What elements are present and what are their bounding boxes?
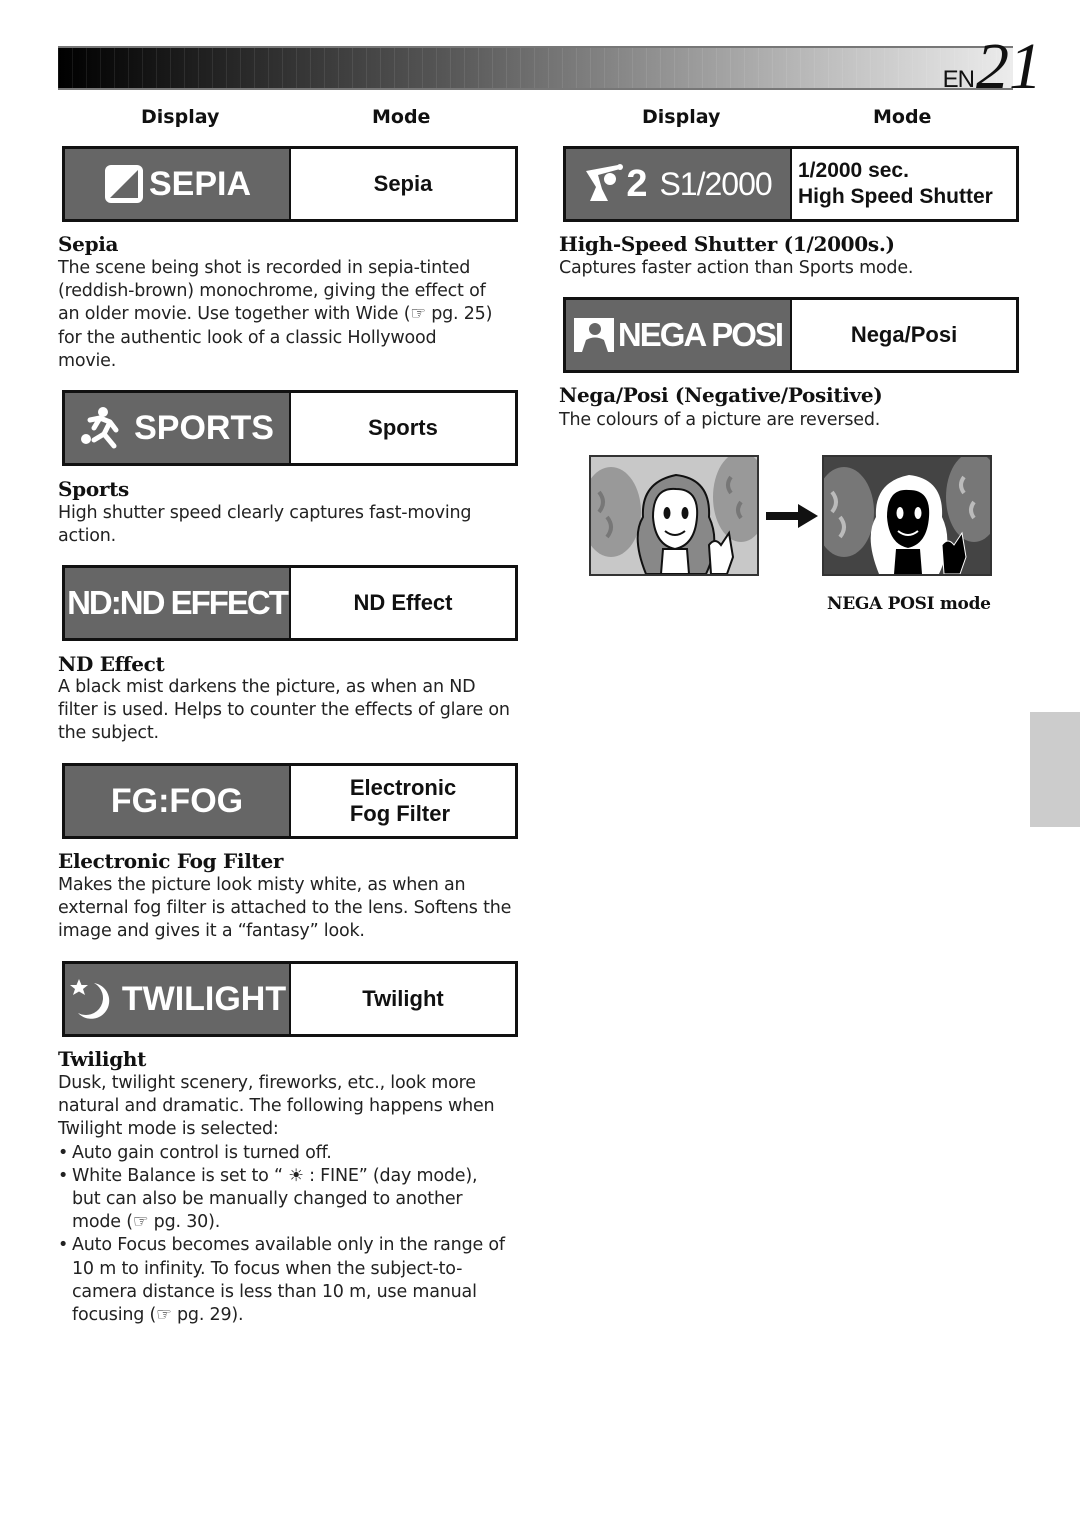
sepia-title: Sepia bbox=[58, 232, 119, 256]
text-line: Makes the picture look misty white, as w… bbox=[58, 875, 466, 895]
nd-effect-display-text: ND:ND EFFECT bbox=[67, 584, 289, 621]
bullet-item: White Balance is set to “ ☀ : FINE” (day… bbox=[58, 1165, 533, 1235]
shutter-mode-label-line1: 1/2000 sec. bbox=[798, 159, 909, 182]
nd-effect-display: ND:ND EFFECT bbox=[65, 568, 291, 638]
fog-title: Electronic Fog Filter bbox=[58, 849, 284, 873]
shutter-title: High-Speed Shutter (1/2000s.) bbox=[559, 232, 895, 256]
text-line: The scene being shot is recorded in sepi… bbox=[58, 258, 471, 278]
shutter-mode-label: 1/2000 sec. High Speed Shutter bbox=[792, 149, 1016, 219]
golfer-icon bbox=[586, 164, 624, 201]
sports-display: SPORTS bbox=[65, 393, 291, 463]
fog-mode-box: FG:FOG Electronic Fog Filter bbox=[62, 763, 518, 839]
right-display-header: Display bbox=[642, 106, 721, 128]
left-mode-header: Mode bbox=[372, 106, 431, 128]
twilight-display: TWILIGHT bbox=[65, 964, 291, 1034]
fog-display: FG:FOG bbox=[65, 766, 291, 836]
bullet-item: Auto gain control is turned off. bbox=[58, 1142, 533, 1165]
twilight-display-text: TWILIGHT bbox=[121, 979, 287, 1018]
twilight-description: Dusk, twilight scenery, fireworks, etc.,… bbox=[58, 1072, 533, 1327]
sepia-half-square-icon bbox=[104, 165, 143, 203]
text-line: Twilight mode is selected: bbox=[58, 1119, 279, 1140]
text-line: an older movie. Use together with Wide (… bbox=[58, 304, 493, 325]
illustration-caption: NEGA POSI mode bbox=[827, 594, 991, 614]
text-line: for the authentic look of a classic Holl… bbox=[58, 327, 437, 348]
nega-posi-mode-box: NEGA POSI Nega/Posi bbox=[563, 297, 1019, 373]
shutter-display: 2 S1/2000 bbox=[566, 149, 792, 219]
text-line: A black mist darkens the picture, as whe… bbox=[58, 677, 476, 697]
fog-description: Makes the picture look misty white, as w… bbox=[58, 874, 528, 944]
nd-effect-title: ND Effect bbox=[58, 652, 165, 676]
shutter-description: Captures faster action than Sports mode. bbox=[559, 257, 1029, 280]
text-line: natural and dramatic. The following happ… bbox=[58, 1096, 495, 1117]
twilight-mode-box: TWILIGHT Twilight bbox=[62, 961, 518, 1037]
nd-effect-description: A black mist darkens the picture, as whe… bbox=[58, 676, 528, 746]
sepia-mode-label: Sepia bbox=[373, 171, 433, 196]
left-display-header: Display bbox=[141, 106, 220, 128]
text-line: filter is used. Helps to counter the eff… bbox=[58, 700, 510, 721]
page-number-value: 21 bbox=[976, 30, 1042, 103]
sports-description: High shutter speed clearly captures fast… bbox=[58, 502, 528, 548]
sports-mode-box: SPORTS Sports bbox=[62, 390, 518, 466]
moon-star-icon bbox=[69, 979, 110, 1019]
shutter-display-prefix: 2 bbox=[626, 162, 648, 205]
nega-posi-title: Nega/Posi (Negative/Positive) bbox=[559, 383, 883, 407]
shutter-mode-box: 2 S1/2000 1/2000 sec. High Speed Shutter bbox=[563, 146, 1019, 222]
right-mode-header: Mode bbox=[873, 106, 932, 128]
fog-display-text: FG:FOG bbox=[110, 781, 244, 820]
nega-posi-display: NEGA POSI bbox=[566, 300, 792, 370]
running-figure-icon bbox=[81, 407, 119, 449]
text-line: image and gives it a “fantasy” look. bbox=[58, 921, 365, 942]
shutter-display-text: S1/2000 bbox=[659, 165, 772, 202]
sepia-display: SEPIA bbox=[65, 149, 291, 219]
twilight-title: Twilight bbox=[58, 1047, 147, 1071]
twilight-bullet-list: Auto gain control is turned off. White B… bbox=[58, 1142, 533, 1328]
text-line: external fog filter is attached to the l… bbox=[58, 898, 512, 919]
portrait-person-icon bbox=[573, 318, 614, 352]
fog-mode-label-line1: Electronic bbox=[349, 775, 457, 800]
sports-display-text: SPORTS bbox=[134, 408, 274, 447]
language-code: EN bbox=[942, 66, 975, 93]
text-line: the subject. bbox=[58, 723, 159, 744]
page-number: EN 21 bbox=[942, 30, 1042, 103]
arrow-right-icon bbox=[766, 504, 818, 528]
text-line: Dusk, twilight scenery, fireworks, etc.,… bbox=[58, 1073, 476, 1093]
text-line: movie. bbox=[58, 350, 117, 371]
sepia-mode-box: SEPIA Sepia bbox=[62, 146, 518, 222]
text-line: The colours of a picture are reversed. bbox=[559, 410, 881, 430]
sepia-display-text: SEPIA bbox=[148, 164, 252, 203]
chapter-side-tab bbox=[1030, 712, 1080, 827]
header-gradient-bar bbox=[58, 46, 1013, 90]
nega-posi-mode-label: Nega/Posi bbox=[850, 322, 958, 347]
sports-title: Sports bbox=[58, 477, 130, 501]
text-line: Captures faster action than Sports mode. bbox=[559, 258, 914, 278]
fog-mode-label: Electronic Fog Filter bbox=[291, 766, 515, 836]
bullet-item: Auto Focus becomes available only in the… bbox=[58, 1234, 533, 1327]
nega-posi-display-text: NEGA POSI bbox=[617, 316, 784, 353]
normal-picture-illustration bbox=[589, 455, 759, 576]
fog-mode-label-line2: Fog Filter bbox=[349, 801, 451, 826]
nd-effect-mode-box: ND:ND EFFECT ND Effect bbox=[62, 565, 518, 641]
text-line: (reddish-brown) monochrome, giving the e… bbox=[58, 281, 486, 302]
nd-effect-mode-label: ND Effect bbox=[353, 590, 453, 615]
twilight-mode-label: Twilight bbox=[362, 986, 444, 1011]
text-line: action. bbox=[58, 526, 117, 547]
nega-posi-description: The colours of a picture are reversed. bbox=[559, 409, 1029, 432]
shutter-mode-label-line2: High Speed Shutter bbox=[798, 185, 993, 208]
sepia-description: The scene being shot is recorded in sepi… bbox=[58, 257, 528, 373]
nega-posi-picture-illustration bbox=[822, 455, 992, 576]
sports-mode-label: Sports bbox=[368, 415, 438, 440]
text-line: High shutter speed clearly captures fast… bbox=[58, 503, 472, 523]
